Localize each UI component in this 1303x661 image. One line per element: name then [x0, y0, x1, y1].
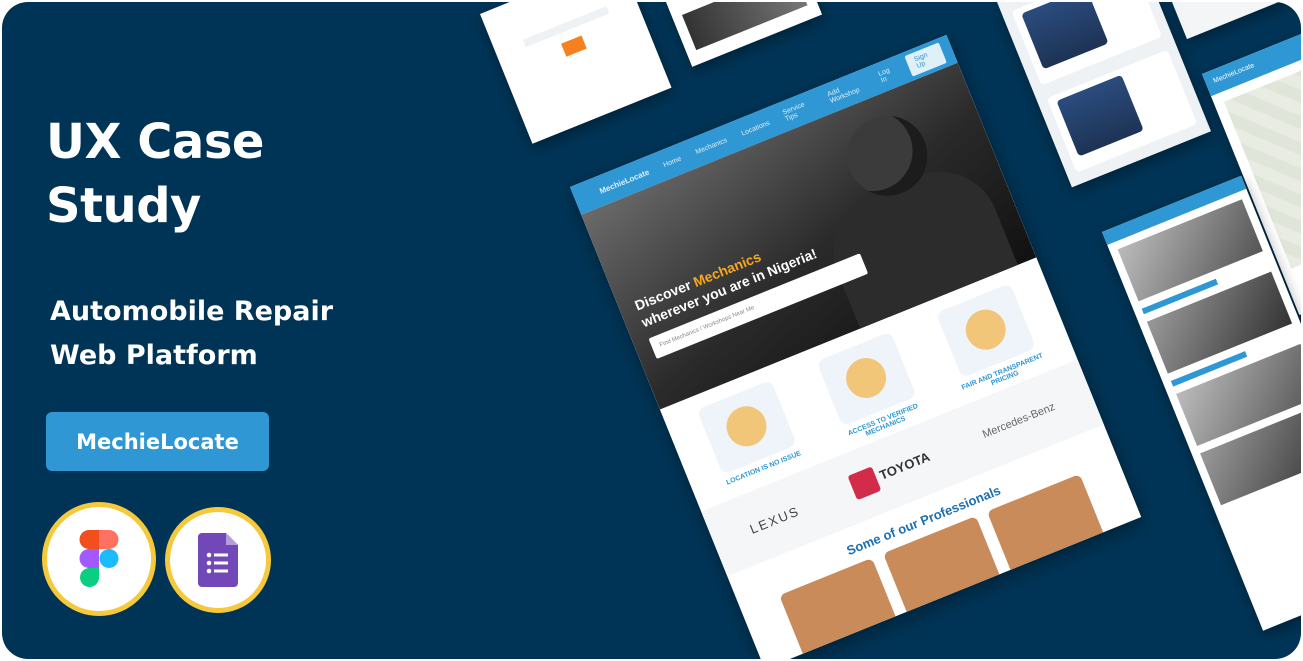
form-submit-placeholder [561, 35, 587, 57]
mockup-nav-login: Log In [877, 67, 891, 85]
profile-photo [1021, 2, 1109, 70]
case-study-banner: UX Case Study Automobile Repair Web Plat… [2, 2, 1301, 659]
lexus-logo: LEXUS [747, 502, 802, 537]
mockup-nav-home: Home [662, 155, 683, 169]
mockup-thumb-form [480, 2, 672, 144]
mockup-thumb-top-right [1172, 2, 1299, 40]
mockup-thumb-profiles [997, 2, 1211, 188]
mockup-collage: MechieLocate MechieLocate Home Mechanics… [2, 2, 1301, 659]
mockup-nav-mechanics: Mechanics [694, 136, 729, 156]
mercedes-logo: Mercedes-Benz [980, 400, 1057, 441]
thumb-image [682, 2, 808, 51]
mockup-nav-locations: Locations [740, 119, 771, 138]
mockup-thumb-gallery [666, 2, 823, 67]
profile-photo [1056, 74, 1144, 157]
toyota-logo: TOYOTA [848, 445, 935, 500]
mockup-nav-service-tips: Service Tips [781, 101, 806, 124]
